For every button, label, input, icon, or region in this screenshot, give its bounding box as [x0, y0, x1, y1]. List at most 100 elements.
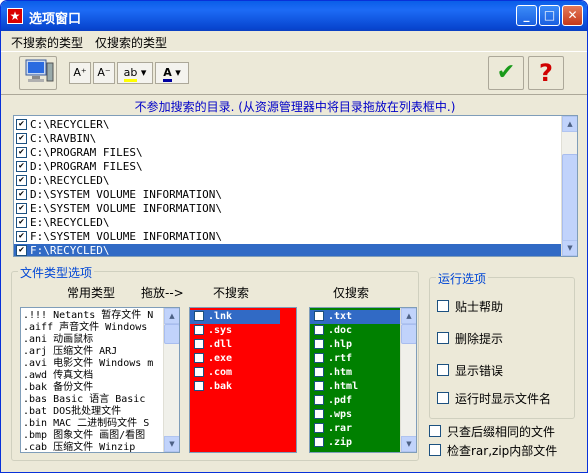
- list-item[interactable]: .rtf: [310, 352, 400, 366]
- option-check-archives[interactable]: 检查rar,zip内部文件: [429, 442, 579, 458]
- list-item[interactable]: .wps: [310, 408, 400, 422]
- list-item[interactable]: .exe: [190, 352, 280, 366]
- common-scrollbar[interactable]: ▲ ▼: [163, 308, 179, 452]
- checkbox[interactable]: [314, 437, 324, 447]
- list-item[interactable]: .aiff 声音文件 Windows: [23, 322, 147, 334]
- scroll-up-icon[interactable]: ▲: [401, 308, 416, 324]
- computer-button[interactable]: [19, 56, 57, 90]
- dirs-scrollbar[interactable]: ▲ ▼: [561, 116, 577, 256]
- checkbox[interactable]: [314, 325, 324, 335]
- list-item[interactable]: .arj 压缩文件 ARJ: [23, 346, 117, 358]
- checkbox[interactable]: [314, 409, 324, 419]
- common-types-list[interactable]: .cab 压缩文件 Winzip .bmp 图象文件 画图/看图 .bin MAC …: [20, 307, 180, 453]
- checkbox[interactable]: [314, 367, 324, 377]
- checkbox[interactable]: ✔: [16, 217, 27, 228]
- dir-row[interactable]: ✔ C:\PROGRAM FILES\: [14, 146, 562, 160]
- option-same-suffix[interactable]: 只查后缀相同的文件: [429, 423, 579, 439]
- highlight-color-button[interactable]: ab ▾: [117, 62, 153, 84]
- menu-only-types[interactable]: 仅搜索的类型: [95, 34, 167, 51]
- minimize-button[interactable]: _: [516, 5, 537, 26]
- list-item[interactable]: .rar: [310, 422, 400, 436]
- only-types-list[interactable]: .zip .rar .wps .pdf .html .htm .rtf .hlp .doc .tx…: [309, 307, 417, 453]
- list-item[interactable]: .bak 备份文件: [23, 382, 93, 394]
- ok-button[interactable]: ✔: [488, 56, 524, 90]
- dir-row[interactable]: ✔ E:\SYSTEM VOLUME INFORMATION\: [14, 202, 562, 216]
- checkbox[interactable]: [194, 311, 204, 321]
- list-item[interactable]: .pdf: [310, 394, 400, 408]
- list-item[interactable]: .awd 传真文档: [23, 370, 93, 382]
- scroll-thumb[interactable]: [562, 154, 577, 242]
- scroll-thumb[interactable]: [164, 324, 179, 344]
- scroll-up-icon[interactable]: ▲: [562, 116, 577, 132]
- font-color-button[interactable]: A ▾: [155, 62, 189, 84]
- list-item[interactable]: .bas Basic 语言 Basic: [23, 394, 145, 406]
- list-item[interactable]: .dll: [190, 338, 280, 352]
- checkbox[interactable]: [429, 444, 441, 456]
- checkbox[interactable]: [194, 353, 204, 363]
- dir-row[interactable]: ✔ D:\SYSTEM VOLUME INFORMATION\: [14, 188, 562, 202]
- scroll-down-icon[interactable]: ▼: [164, 436, 179, 452]
- checkbox[interactable]: ✔: [16, 203, 27, 214]
- list-item[interactable]: .sys: [190, 324, 280, 338]
- checkbox[interactable]: [314, 339, 324, 349]
- list-item[interactable]: .bak: [190, 380, 280, 394]
- font-increase-button[interactable]: A⁺: [69, 62, 91, 84]
- checkbox[interactable]: [437, 392, 449, 404]
- scroll-thumb[interactable]: [401, 324, 416, 344]
- checkbox[interactable]: ✔: [16, 189, 27, 200]
- checkbox[interactable]: [437, 300, 449, 312]
- dir-row[interactable]: ✔ D:\RECYCLED\: [14, 174, 562, 188]
- list-item[interactable]: .avi 电影文件 Windows m: [23, 358, 153, 370]
- checkbox[interactable]: [314, 395, 324, 405]
- menu-exclude-types[interactable]: 不搜索的类型: [11, 34, 83, 51]
- list-item[interactable]: .htm: [310, 366, 400, 380]
- list-item[interactable]: .html: [310, 380, 400, 394]
- help-button[interactable]: ?: [528, 56, 564, 90]
- checkbox[interactable]: ✔: [16, 161, 27, 172]
- option-show-filename[interactable]: 运行时显示文件名: [437, 390, 567, 406]
- scroll-down-icon[interactable]: ▼: [562, 240, 577, 256]
- checkbox[interactable]: [314, 423, 324, 433]
- checkbox[interactable]: [194, 367, 204, 377]
- list-item[interactable]: .doc: [310, 324, 400, 338]
- list-item[interactable]: .com: [190, 366, 280, 380]
- checkbox[interactable]: ✔: [16, 147, 27, 158]
- checkbox[interactable]: ✔: [16, 175, 27, 186]
- list-item[interactable]: .!!! Netants 暂存文件 N: [23, 310, 153, 322]
- list-item[interactable]: .hlp: [310, 338, 400, 352]
- font-decrease-button[interactable]: A⁻: [93, 62, 115, 84]
- checkbox[interactable]: [437, 364, 449, 376]
- list-item[interactable]: .txt: [310, 310, 400, 324]
- list-item[interactable]: .zip: [310, 436, 400, 450]
- checkbox[interactable]: ✔: [16, 133, 27, 144]
- close-button[interactable]: ✕: [562, 5, 583, 26]
- list-item[interactable]: .bmp 图象文件 画图/看图: [23, 430, 145, 442]
- scroll-down-icon[interactable]: ▼: [401, 436, 416, 452]
- dir-row[interactable]: ✔ D:\PROGRAM FILES\: [14, 160, 562, 174]
- checkbox[interactable]: [194, 325, 204, 335]
- option-show-errors[interactable]: 显示错误: [437, 362, 567, 378]
- list-item[interactable]: .bat DOS批处理文件: [23, 406, 121, 418]
- scroll-up-icon[interactable]: ▲: [164, 308, 179, 324]
- checkbox[interactable]: [194, 339, 204, 349]
- checkbox[interactable]: [194, 381, 204, 391]
- dir-row[interactable]: ✔ C:\RECYCLER\: [14, 118, 562, 132]
- checkbox[interactable]: [437, 332, 449, 344]
- list-item[interactable]: .cab 压缩文件 Winzip: [23, 442, 135, 452]
- list-item[interactable]: .bin MAC 二进制码文件 S: [23, 418, 149, 430]
- option-tips[interactable]: 贴士帮助: [437, 298, 567, 314]
- checkbox[interactable]: ✔: [16, 245, 27, 256]
- maximize-button[interactable]: □: [539, 5, 560, 26]
- checkbox[interactable]: ✔: [16, 231, 27, 242]
- checkbox[interactable]: [314, 381, 324, 391]
- exclude-types-list[interactable]: .bak .com .exe .dll .sys .lnk: [189, 307, 297, 453]
- checkbox[interactable]: [314, 311, 324, 321]
- list-item[interactable]: .ani 动画鼠标: [23, 334, 93, 346]
- checkbox[interactable]: [314, 353, 324, 363]
- list-item[interactable]: .lnk: [190, 310, 280, 324]
- dir-row[interactable]: ✔ C:\RAVBIN\: [14, 132, 562, 146]
- checkbox[interactable]: ✔: [16, 119, 27, 130]
- checkbox[interactable]: [429, 425, 441, 437]
- option-delete-prompt[interactable]: 删除提示: [437, 330, 567, 346]
- only-scrollbar[interactable]: ▲ ▼: [400, 308, 416, 452]
